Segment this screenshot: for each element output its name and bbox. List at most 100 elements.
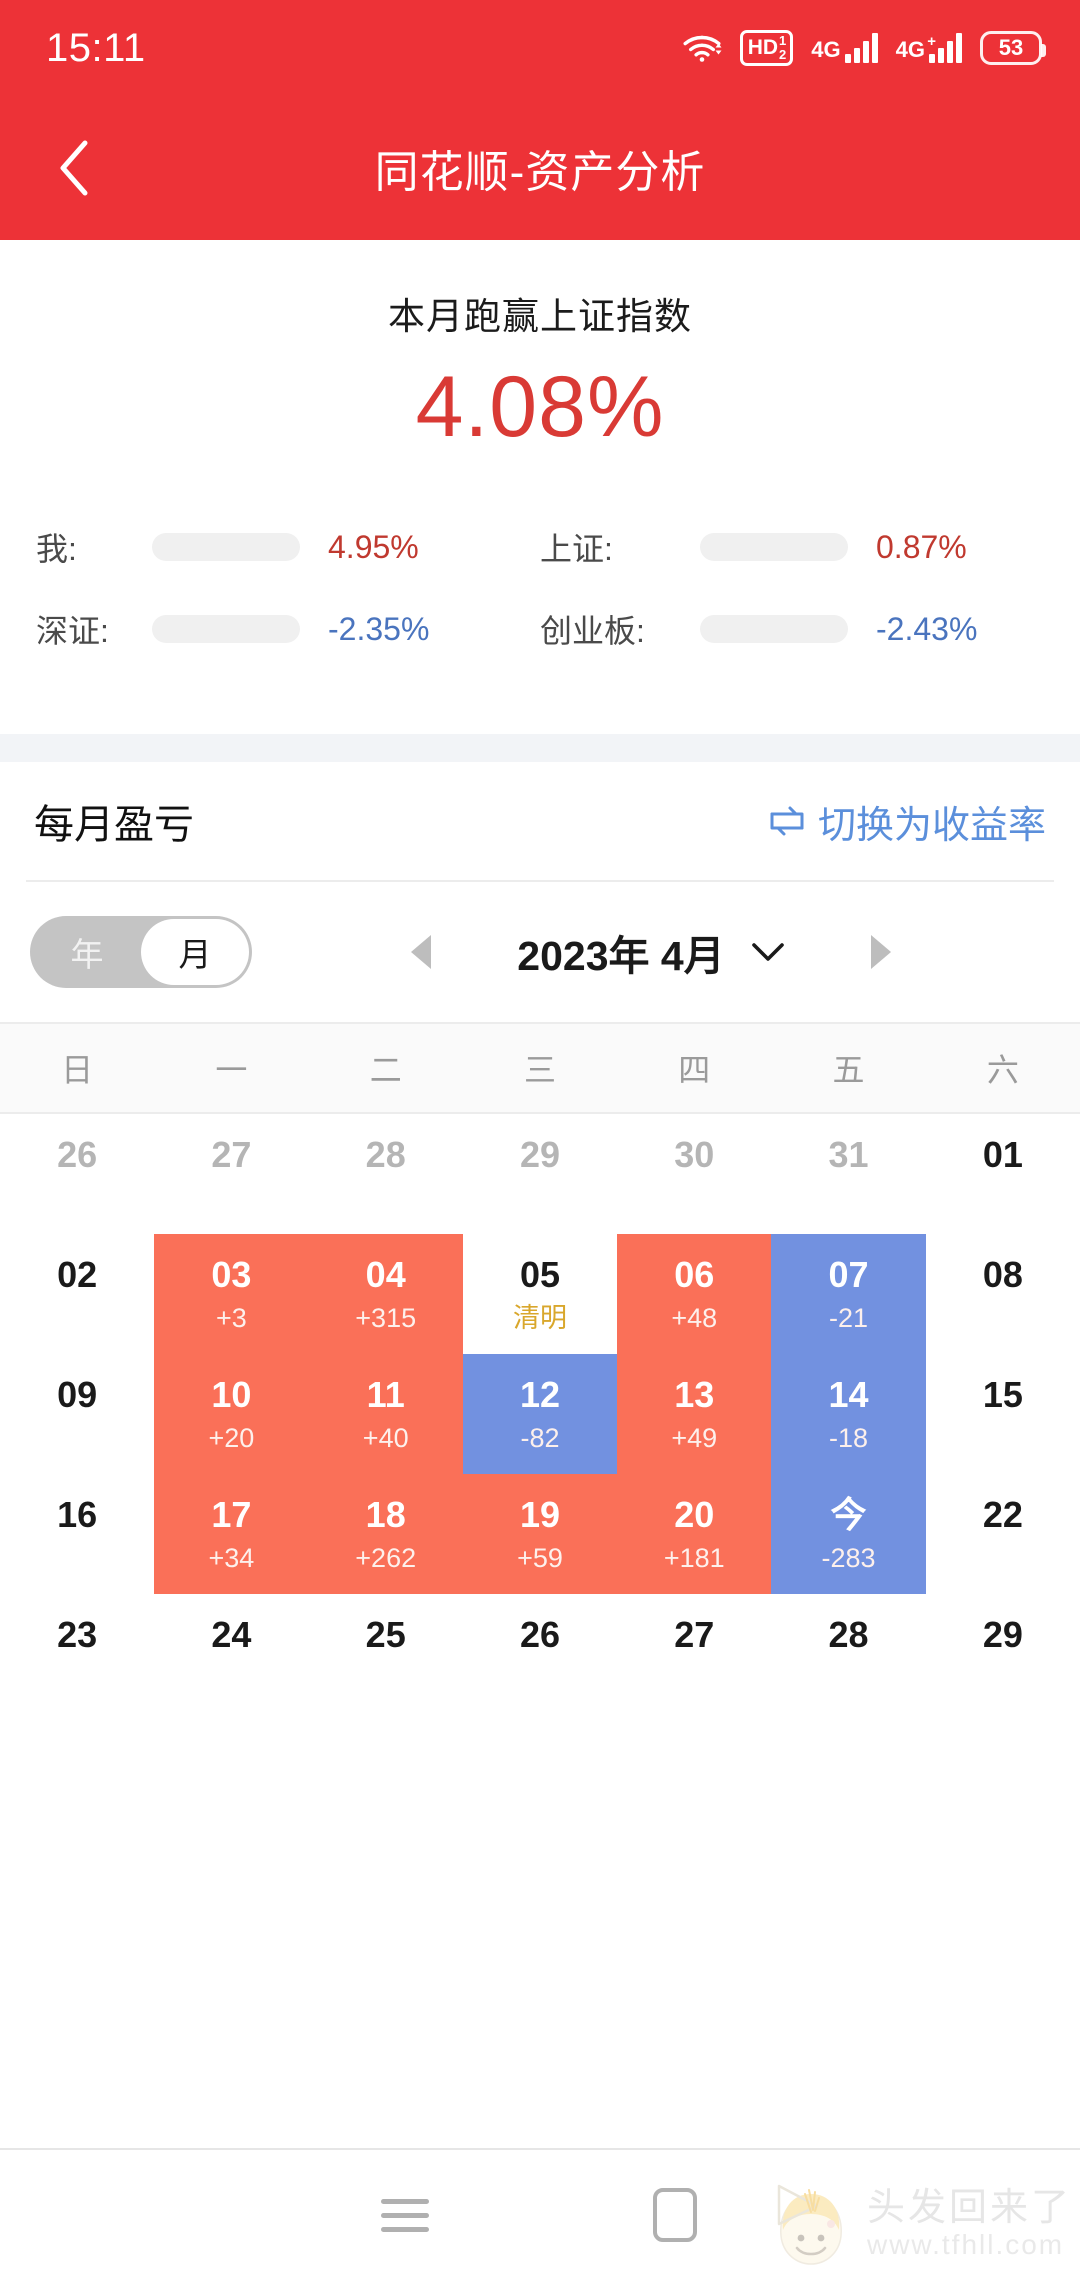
triangle-right-icon xyxy=(870,935,891,970)
comparison-bar-track-szse xyxy=(152,615,300,644)
calendar-day-cell[interactable]: 09 xyxy=(0,1354,154,1474)
calendar-day-number: 28 xyxy=(365,1133,406,1175)
calendar-day-cell[interactable]: 08 xyxy=(926,1234,1080,1354)
calendar-day-number: 09 xyxy=(57,1373,98,1415)
calendar-day-number: 17 xyxy=(211,1493,252,1535)
calendar-day-number: 13 xyxy=(674,1373,715,1415)
network-type-2-text: 4G xyxy=(895,37,925,62)
calendar-day-number: 24 xyxy=(211,1613,252,1655)
calendar-day-cell[interactable]: 19 +59 xyxy=(462,1474,618,1595)
calendar-day-number: 31 xyxy=(828,1133,869,1175)
page-title: 同花顺-资产分析 xyxy=(374,148,706,197)
calendar-day-number: 23 xyxy=(57,1613,98,1655)
calendar-day-cell[interactable]: 29 xyxy=(926,1594,1080,1714)
hd-superscript: 1 xyxy=(779,33,787,49)
calendar-day-cell[interactable]: 29 xyxy=(463,1114,617,1234)
calendar-day-cell[interactable]: 02 xyxy=(0,1234,154,1354)
next-month-button[interactable] xyxy=(837,935,925,970)
period-segmented-control[interactable]: 年 月 xyxy=(30,916,252,989)
segment-year[interactable]: 年 xyxy=(33,919,141,985)
weekday-header-2: 二 xyxy=(369,1052,402,1089)
home-button[interactable] xyxy=(540,2188,810,2242)
calendar-day-cell[interactable]: 26 xyxy=(0,1114,154,1234)
comparison-label-sse: 上证: xyxy=(540,531,613,568)
comparison-label-szse: 深证: xyxy=(36,613,109,650)
hd-subscript: 2 xyxy=(779,46,787,62)
calendar-day-cell[interactable]: 25 xyxy=(309,1594,463,1714)
previous-month-button[interactable] xyxy=(377,935,465,970)
signal-bars-1-icon xyxy=(844,33,878,63)
weekday-header-1: 一 xyxy=(215,1052,248,1089)
recent-apps-button[interactable] xyxy=(270,2198,540,2232)
calendar-day-cell[interactable]: 今 -283 xyxy=(771,1474,926,1595)
back-button[interactable] xyxy=(40,133,110,203)
calendar-day-cell[interactable]: 27 xyxy=(154,1114,308,1234)
calendar-day-festival: 清明 xyxy=(512,1302,567,1333)
calendar-day-cell[interactable]: 24 xyxy=(154,1594,308,1714)
calendar-day-number: 27 xyxy=(211,1133,252,1175)
calendar-day-cell[interactable]: 16 xyxy=(0,1474,154,1594)
calendar-day-cell[interactable]: 26 xyxy=(463,1594,617,1714)
network-type-2-label: 4G + xyxy=(895,34,936,62)
calendar-day-cell[interactable]: 03 +3 xyxy=(154,1234,309,1355)
calendar-day-number: 12 xyxy=(519,1373,561,1415)
calendar-day-pnl: +20 xyxy=(208,1422,255,1453)
calendar-day-cell[interactable]: 04 +315 xyxy=(308,1234,463,1355)
section-divider-band xyxy=(0,734,1080,763)
calendar-day-pnl: +49 xyxy=(671,1422,718,1453)
calendar-day-number: 28 xyxy=(828,1613,869,1655)
cellular-signal-2-icon: 4G + xyxy=(896,33,962,63)
calendar-day-cell[interactable]: 31 xyxy=(771,1114,925,1234)
calendar-day-pnl: +34 xyxy=(208,1542,255,1573)
calendar-day-cell[interactable]: 07 -21 xyxy=(771,1234,926,1355)
calendar-day-cell[interactable]: 30 xyxy=(617,1114,771,1234)
chevron-left-icon xyxy=(60,140,88,196)
comparison-grid: 我: 4.95% 上证: 0.87% 深证: -2.35% 创业板: -2.43… xyxy=(0,452,1080,653)
calendar-day-number: 今 xyxy=(830,1493,867,1535)
calendar-day-number: 05 xyxy=(519,1253,561,1295)
calendar-day-pnl: +315 xyxy=(355,1302,417,1333)
calendar-day-cell[interactable]: 05 清明 xyxy=(463,1234,617,1354)
comparison-value-chinext: -2.43% xyxy=(876,610,978,647)
calendar-day-cell[interactable]: 17 +34 xyxy=(154,1474,309,1595)
calendar-day-number: 26 xyxy=(57,1133,98,1175)
calendar-day-cell[interactable]: 15 xyxy=(926,1354,1080,1474)
calendar-day-cell[interactable]: 13 +49 xyxy=(617,1354,772,1475)
calendar-day-number: 25 xyxy=(365,1613,406,1655)
switch-to-return-rate-button[interactable]: 切换为收益率 xyxy=(768,794,1046,849)
calendar-day-cell[interactable]: 20 +181 xyxy=(617,1474,772,1595)
calendar-day-cell[interactable]: 12 -82 xyxy=(462,1354,618,1475)
hero-label: 本月跑赢上证指数 xyxy=(388,296,692,337)
calendar-day-cell[interactable]: 23 xyxy=(0,1594,154,1714)
calendar-day-cell[interactable]: 18 +262 xyxy=(308,1474,463,1595)
hero-value: 4.08% xyxy=(415,359,665,455)
calendar-day-number: 22 xyxy=(982,1493,1023,1535)
comparison-row-chinext: 创业板: -2.43% xyxy=(540,606,1044,652)
status-bar-icons: HD 1 2 4G 4G + 53 xyxy=(682,30,1046,67)
calendar-day-cell[interactable]: 14 -18 xyxy=(771,1354,926,1475)
segment-month[interactable]: 月 xyxy=(141,919,249,986)
calendar-day-cell[interactable]: 22 xyxy=(926,1474,1080,1594)
calendar-day-cell[interactable]: 28 xyxy=(771,1594,925,1714)
hd-label: HD xyxy=(747,36,779,59)
calendar-day-number: 11 xyxy=(366,1373,405,1415)
app-bar: 同花顺-资产分析 xyxy=(0,96,1080,240)
status-bar: 15:11 HD 1 2 4G 4G + 53 xyxy=(0,0,1080,96)
calendar-day-number: 04 xyxy=(365,1253,406,1295)
comparison-row-szse: 深证: -2.35% xyxy=(36,606,540,652)
network-type-1-label: 4G xyxy=(811,37,841,62)
calendar-day-pnl: -21 xyxy=(829,1302,869,1333)
current-period-button[interactable]: 2023年 4月 xyxy=(517,922,784,982)
calendar-day-cell[interactable]: 27 xyxy=(617,1594,771,1714)
calendar-day-cell[interactable]: 01 xyxy=(926,1114,1080,1234)
comparison-bar-track-me xyxy=(152,533,300,562)
calendar-day-cell[interactable]: 28 xyxy=(309,1114,463,1234)
calendar-day-number: 15 xyxy=(982,1373,1023,1415)
date-navigator: 2023年 4月 xyxy=(252,922,1050,982)
calendar-day-cell[interactable]: 06 +48 xyxy=(617,1234,772,1355)
calendar-day-cell[interactable]: 10 +20 xyxy=(154,1354,309,1475)
calendar-day-pnl: +59 xyxy=(517,1542,563,1573)
calendar-day-cell[interactable]: 11 +40 xyxy=(308,1354,463,1475)
calendar-day-pnl: -283 xyxy=(821,1542,876,1573)
calendar-day-pnl: -18 xyxy=(829,1422,869,1453)
